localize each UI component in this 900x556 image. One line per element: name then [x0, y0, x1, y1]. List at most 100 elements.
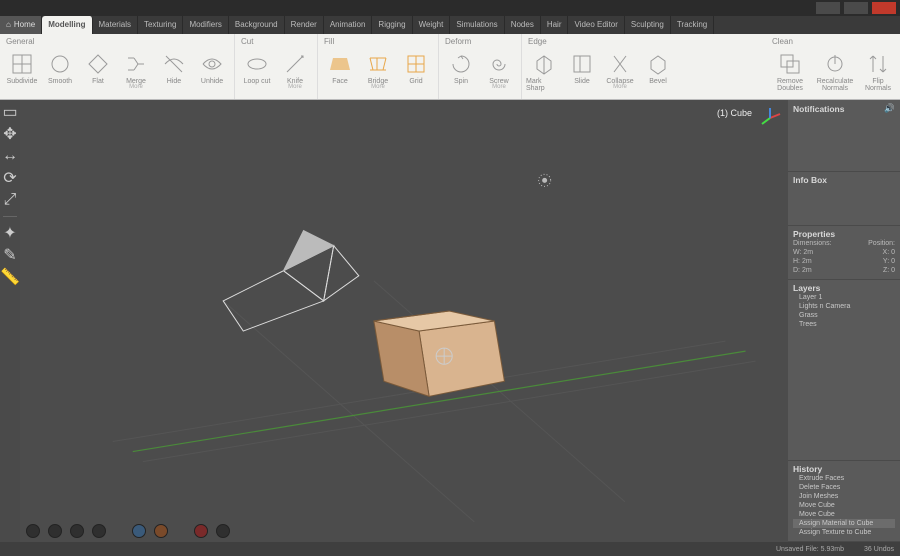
tab-label: Texturing [144, 20, 176, 29]
bevel-button[interactable]: Bevel [640, 48, 676, 85]
slide-button[interactable]: Slide [564, 48, 600, 85]
spiral-icon [485, 50, 513, 78]
shading-mode-2[interactable] [48, 524, 62, 538]
spin-button[interactable]: Spin [443, 48, 479, 85]
grid-icon [402, 50, 430, 78]
move-tool[interactable]: ↔ [2, 148, 18, 164]
pos-y: Y: 0 [883, 258, 895, 265]
tab-label: Animation [330, 20, 366, 29]
panel-title: Notifications [793, 104, 844, 114]
tab-hair[interactable]: Hair [541, 16, 569, 34]
screw-button[interactable]: ScrewMore [481, 48, 517, 90]
tab-simulations[interactable]: Simulations [450, 16, 504, 34]
tab-background[interactable]: Background [229, 16, 285, 34]
proportional-toggle[interactable] [216, 524, 230, 538]
tab-label: Tracking [677, 20, 707, 29]
marksharp-button[interactable]: Mark Sharp [526, 48, 562, 92]
ribbon-group-clean: Clean Remove Doubles Recalculate Normals… [766, 34, 900, 99]
rotate-tool[interactable]: ⟳ [2, 170, 18, 186]
window-close-button[interactable] [872, 2, 896, 14]
tab-modifiers[interactable]: Modifiers [183, 16, 228, 34]
tab-label: Modifiers [189, 20, 221, 29]
subdivide-button[interactable]: Subdivide [4, 48, 40, 85]
knife-button[interactable]: KnifeMore [277, 48, 313, 90]
tab-label: Video Editor [574, 20, 617, 29]
overlay-toggle[interactable] [132, 524, 146, 538]
grid-button[interactable]: Grid [398, 48, 434, 85]
tab-label: Hair [547, 20, 562, 29]
tab-weight[interactable]: Weight [413, 16, 451, 34]
notifications-panel: Notifications 🔊 [788, 100, 900, 172]
window-maximize-button[interactable] [844, 2, 868, 14]
tab-texturing[interactable]: Texturing [138, 16, 183, 34]
annotate-tool[interactable]: ✎ [2, 247, 18, 263]
properties-panel: Properties Dimensions:Position: W: 2mX: … [788, 226, 900, 280]
layer-item[interactable]: Layer 1 [793, 293, 895, 302]
btn-label: Mark Sharp [526, 78, 562, 92]
flip-normals-button[interactable]: Flip Normals [860, 48, 896, 92]
recalculate-normals-button[interactable]: Recalculate Normals [812, 48, 858, 92]
sound-icon[interactable]: 🔊 [884, 103, 895, 114]
tab-animation[interactable]: Animation [324, 16, 373, 34]
group-title: Edge [526, 36, 676, 48]
cube-object[interactable] [374, 311, 505, 396]
shading-mode-4[interactable] [92, 524, 106, 538]
transform-tool[interactable]: ✦ [2, 225, 18, 241]
history-item[interactable]: Assign Material to Cube [793, 519, 895, 528]
window-minimize-button[interactable] [816, 2, 840, 14]
history-item[interactable]: Move Cube [793, 501, 895, 510]
hide-button[interactable]: Hide [156, 48, 192, 85]
tab-modelling[interactable]: Modelling [42, 16, 92, 34]
loopcut-button[interactable]: Loop cut [239, 48, 275, 85]
history-item[interactable]: Join Meshes [793, 492, 895, 501]
pos-label: Position: [868, 240, 895, 247]
tab-video-editor[interactable]: Video Editor [568, 16, 624, 34]
btn-label: Spin [454, 78, 468, 85]
collapse-button[interactable]: CollapseMore [602, 48, 638, 90]
tab-materials[interactable]: Materials [93, 16, 138, 34]
history-item[interactable]: Delete Faces [793, 483, 895, 492]
history-item[interactable]: Move Cube [793, 510, 895, 519]
layer-item[interactable]: Trees [793, 320, 895, 329]
shading-mode-3[interactable] [70, 524, 84, 538]
3d-viewport[interactable]: (1) Cube [20, 100, 788, 542]
unhide-button[interactable]: Unhide [194, 48, 230, 85]
tab-render[interactable]: Render [285, 16, 324, 34]
flat-button[interactable]: Flat [80, 48, 116, 85]
shading-mode-1[interactable] [26, 524, 40, 538]
smooth-button[interactable]: Smooth [42, 48, 78, 85]
scale-tool[interactable]: ⤢ [2, 192, 18, 208]
bridge-button[interactable]: BridgeMore [360, 48, 396, 90]
ribbon-group-cut: Cut Loop cut KnifeMore [234, 34, 317, 99]
select-tool[interactable]: ▭ [2, 104, 18, 120]
transform-gizmo[interactable] [436, 348, 452, 364]
pos-z: Z: 0 [883, 267, 895, 274]
merge-button[interactable]: MergeMore [118, 48, 154, 90]
btn-label: Subdivide [7, 78, 38, 85]
face-button[interactable]: Face [322, 48, 358, 85]
tab-sculpting[interactable]: Sculpting [625, 16, 671, 34]
pivot-toggle[interactable] [154, 524, 168, 538]
tab-label: Weight [419, 20, 444, 29]
cursor-tool[interactable]: ✥ [2, 126, 18, 142]
layer-item[interactable]: Lights n Camera [793, 302, 895, 311]
cube-grid-icon [8, 50, 36, 78]
camera-object[interactable] [223, 231, 359, 331]
history-item[interactable]: Assign Texture to Cube [793, 528, 895, 537]
ribbon-group-fill: Fill Face BridgeMore Grid [317, 34, 438, 99]
tab-rigging[interactable]: Rigging [372, 16, 412, 34]
tab-tracking[interactable]: Tracking [671, 16, 714, 34]
lamp-object[interactable] [539, 174, 551, 186]
history-item[interactable]: Extrude Faces [793, 474, 895, 483]
tab-label: Materials [99, 20, 131, 29]
tab-nodes[interactable]: Nodes [505, 16, 541, 34]
layer-item[interactable]: Grass [793, 311, 895, 320]
tab-home[interactable]: ⌂ Home [0, 16, 42, 34]
measure-tool[interactable]: 📏 [2, 269, 18, 285]
ribbon-group-edge: Edge Mark Sharp Slide CollapseMore Bevel [521, 34, 680, 99]
snap-toggle[interactable] [194, 524, 208, 538]
panel-title: Info Box [793, 175, 827, 185]
status-undos: 36 Undos [864, 546, 894, 553]
remove-doubles-button[interactable]: Remove Doubles [770, 48, 810, 92]
more-label: More [129, 84, 143, 90]
